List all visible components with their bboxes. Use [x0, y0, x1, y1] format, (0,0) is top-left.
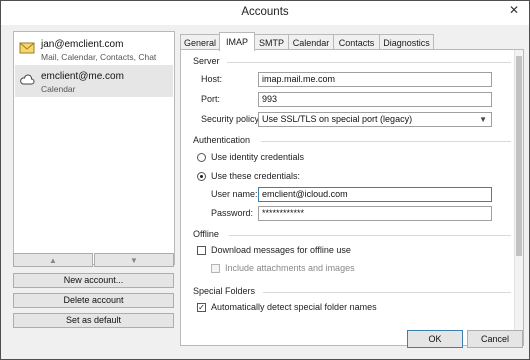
panel-scrollbar[interactable] [514, 50, 523, 345]
tab-general[interactable]: General [180, 34, 220, 50]
tab-diagnostics[interactable]: Diagnostics [379, 34, 434, 50]
tab-contacts[interactable]: Contacts [333, 34, 380, 50]
identity-credentials-radio[interactable] [197, 153, 206, 162]
special-folders-heading: Special Folders [193, 286, 256, 296]
tab-imap[interactable]: IMAP [219, 32, 255, 51]
account-services: Mail, Calendar, Contacts, Chat [41, 52, 157, 62]
cloud-icon [20, 74, 35, 85]
divider [227, 62, 511, 63]
arrow-down-icon: ▼ [130, 256, 138, 265]
auto-detect-folders-checkbox[interactable]: ✓ [197, 303, 206, 312]
close-button[interactable]: ✕ [501, 1, 527, 19]
divider [263, 292, 511, 293]
include-attachments-checkbox[interactable] [211, 264, 220, 273]
ok-button[interactable]: OK [407, 330, 463, 348]
username-label: User name: [211, 189, 258, 199]
tab-smtp[interactable]: SMTP [254, 34, 289, 50]
mail-icon [19, 42, 35, 54]
delete-account-button[interactable]: Delete account [13, 293, 174, 308]
these-credentials-label: Use these credentials: [211, 171, 301, 181]
password-field[interactable]: ************ [258, 206, 492, 221]
divider [229, 235, 511, 236]
download-offline-label: Download messages for offline use [211, 245, 351, 255]
cancel-button[interactable]: Cancel [467, 330, 523, 348]
account-services: Calendar [41, 84, 76, 94]
server-heading: Server [193, 56, 220, 66]
host-field[interactable]: imap.mail.me.com [258, 72, 492, 87]
security-policy-value: Use SSL/TLS on special port (legacy) [262, 114, 413, 124]
identity-credentials-label: Use identity credentials [211, 152, 305, 162]
username-field[interactable]: emclient@icloud.com [258, 187, 492, 202]
new-account-button[interactable]: New account... [13, 273, 174, 288]
move-up-button[interactable]: ▲ [13, 253, 93, 267]
password-label: Password: [211, 208, 254, 218]
account-item-jan[interactable]: jan@emclient.com Mail, Calendar, Contact… [15, 33, 173, 65]
tab-calendar[interactable]: Calendar [288, 34, 334, 50]
imap-panel: Server Host: imap.mail.me.com Port: 993 … [180, 49, 524, 346]
dialog-body: jan@emclient.com Mail, Calendar, Contact… [1, 25, 529, 359]
security-policy-label: Security policy: [201, 114, 262, 124]
port-field[interactable]: 993 [258, 92, 492, 107]
divider [261, 141, 511, 142]
auto-detect-folders-label: Automatically detect special folder name… [211, 302, 377, 312]
download-offline-checkbox[interactable] [197, 246, 206, 255]
security-policy-select[interactable]: Use SSL/TLS on special port (legacy) ▼ [258, 112, 492, 127]
port-label: Port: [201, 94, 221, 104]
account-name: emclient@me.com [41, 71, 124, 82]
account-item-emclient[interactable]: emclient@me.com Calendar [15, 65, 173, 97]
authentication-heading: Authentication [193, 135, 251, 145]
window-title: Accounts [241, 6, 289, 18]
scrollbar-thumb[interactable] [516, 56, 522, 256]
title-bar: Accounts ✕ [1, 1, 529, 25]
account-name: jan@emclient.com [41, 39, 124, 50]
arrow-up-icon: ▲ [49, 256, 57, 265]
move-down-button[interactable]: ▼ [94, 253, 174, 267]
accounts-window: Accounts ✕ jan@emclient.com Mail, Calend… [0, 0, 530, 360]
chevron-down-icon: ▼ [479, 115, 487, 124]
these-credentials-radio[interactable] [197, 172, 206, 181]
account-list[interactable]: jan@emclient.com Mail, Calendar, Contact… [13, 31, 175, 265]
include-attachments-label: Include attachments and images [225, 263, 355, 273]
set-default-button[interactable]: Set as default [13, 313, 174, 328]
host-label: Host: [201, 74, 223, 84]
offline-heading: Offline [193, 229, 219, 239]
